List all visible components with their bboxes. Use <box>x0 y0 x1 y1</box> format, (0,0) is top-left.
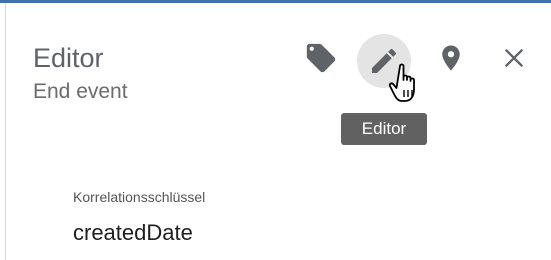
top-accent-bar <box>0 0 551 3</box>
correlation-key-value[interactable]: createdDate <box>73 219 193 247</box>
correlation-key-label: Korrelationsschlüssel <box>73 189 206 205</box>
panel-subtitle: End event <box>33 80 128 103</box>
location-button[interactable] <box>429 36 473 80</box>
panel-left-border <box>5 3 6 260</box>
tag-button[interactable] <box>299 36 343 80</box>
hand-cursor-icon <box>388 63 415 102</box>
editor-tooltip: Editor <box>341 113 427 145</box>
panel-title: Editor <box>33 43 104 73</box>
location-pin-icon <box>442 45 460 71</box>
close-icon <box>505 49 523 67</box>
close-button[interactable] <box>493 37 535 79</box>
editor-panel: Editor End event Editor Korrelationsschl… <box>0 0 551 260</box>
tag-icon <box>306 43 336 73</box>
